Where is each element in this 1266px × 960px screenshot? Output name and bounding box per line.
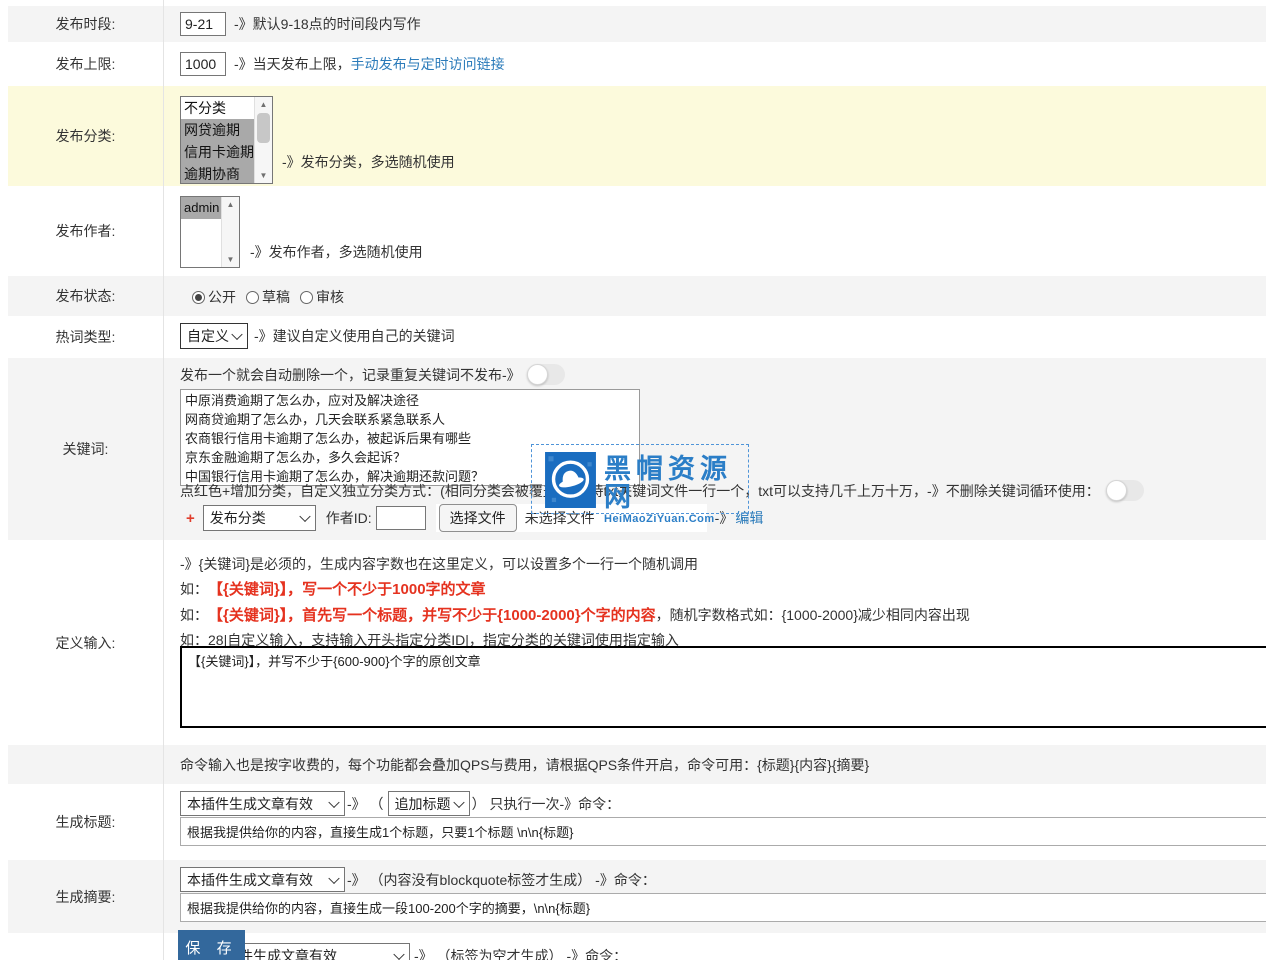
row-publish-time: 发布时段: -》默认9-18点的时间段内写作 bbox=[8, 6, 1266, 42]
publish-author-label: 发布作者: bbox=[8, 221, 163, 241]
row-define-input: 定义输入: -》{关键词}是必须的，生成内容字数也在这里定义，可以设置多个一行一… bbox=[8, 540, 1266, 745]
scroll-thumb[interactable] bbox=[257, 113, 270, 143]
command-note: 命令输入也是按字收费的，每个功能都会叠加QPS与费用，请根据QPS条件开启，命令… bbox=[180, 755, 869, 775]
watermark-title: 黑帽资源网 bbox=[604, 455, 748, 511]
chevron-down-icon bbox=[328, 872, 339, 883]
add-category-button[interactable]: + bbox=[186, 510, 195, 527]
watermark-subtitle: HeiMaoZiYuan.Com bbox=[604, 513, 748, 525]
scroll-up-icon[interactable]: ▲ bbox=[222, 197, 239, 212]
gen-title-command-textarea[interactable]: 根据我提供给你的内容，直接生成1个标题，只要1个标题 \n\n{标题} bbox=[180, 817, 1266, 846]
publish-limit-input[interactable] bbox=[180, 52, 226, 76]
gen-title-mode-select[interactable]: 本插件生成文章有效 bbox=[180, 791, 345, 816]
column-divider bbox=[163, 0, 164, 960]
chevron-down-icon bbox=[453, 796, 464, 807]
radio-public[interactable]: 公开 bbox=[192, 287, 236, 307]
gen-summary-label: 生成摘要: bbox=[8, 887, 163, 907]
publish-time-hint: -》默认9-18点的时间段内写作 bbox=[234, 14, 421, 34]
plugin-settings-page: 发布时段: -》默认9-18点的时间段内写作 发布上限: -》当天发布上限， 手… bbox=[0, 0, 1266, 960]
keywords-label: 关键词: bbox=[8, 439, 163, 459]
define-input-label: 定义输入: bbox=[8, 633, 163, 653]
append-title-select[interactable]: 追加标题 bbox=[388, 791, 470, 816]
scroll-up-icon[interactable]: ▲ bbox=[255, 97, 272, 112]
define-input-hint: -》{关键词}是必须的，生成内容字数也在这里定义，可以设置多个一行一个随机调用 bbox=[180, 554, 698, 574]
row-publish-category: 发布分类: 不分类 网贷逾期 信用卡逾期 逾期协商 ▲ ▼ -》发布分类，多选随… bbox=[8, 86, 1266, 186]
radio-selected-icon[interactable] bbox=[192, 291, 205, 304]
row-keywords: 关键词: 发布一个就会自动删除一个，记录重复关键词不发布-》 中原消费逾期了怎么… bbox=[8, 358, 1266, 540]
radio-draft[interactable]: 草稿 bbox=[246, 287, 290, 307]
hotword-type-select[interactable]: 自定义 bbox=[180, 323, 248, 349]
row-publish-limit: 发布上限: -》当天发布上限， 手动发布与定时访问链接 bbox=[8, 42, 1266, 86]
gen-summary-command-textarea[interactable]: 根据我提供给你的内容，直接生成一段100-200个字的摘要，\n\n{标题} bbox=[180, 893, 1266, 922]
publish-category-hint: -》发布分类，多选随机使用 bbox=[282, 152, 455, 172]
publish-status-label: 发布状态: bbox=[8, 286, 163, 306]
example2-red: 【{关键词}】，首先写一个标题，并写不少于{1000-2000}个字的内容 bbox=[208, 604, 656, 625]
author-id-input[interactable] bbox=[376, 506, 426, 530]
radio-review[interactable]: 审核 bbox=[300, 287, 344, 307]
example1-red: 【{关键词}】，写一个不少于1000字的文章 bbox=[208, 578, 486, 599]
category-option[interactable]: 逾期协商 bbox=[181, 163, 254, 183]
row-publish-status: 发布状态: 公开 草稿 审核 bbox=[8, 276, 1266, 316]
heimao-logo-icon bbox=[545, 452, 596, 508]
define-input-textarea[interactable]: 【{关键词}】，并写不少于{600-900}个字的原创文章 bbox=[180, 646, 1266, 728]
hotword-type-hint: -》建议自定义使用自己的关键词 bbox=[254, 326, 455, 346]
scrollbar[interactable]: ▲ ▼ bbox=[221, 197, 239, 267]
row-publish-author: 发布作者: admin ▲ ▼ -》发布作者，多选随机使用 bbox=[8, 186, 1266, 276]
publish-category-label: 发布分类: bbox=[8, 126, 163, 146]
radio-icon[interactable] bbox=[246, 291, 259, 304]
auto-delete-hint: 发布一个就会自动删除一个，记录重复关键词不发布-》 bbox=[180, 365, 521, 385]
chevron-down-icon bbox=[299, 511, 310, 522]
gen-tags-hint: -》 （标签为空才生成） -》命令： bbox=[414, 946, 627, 960]
publish-time-label: 发布时段: bbox=[8, 14, 163, 34]
manual-publish-link[interactable]: 手动发布与定时访问链接 bbox=[351, 54, 505, 74]
category-option[interactable]: 不分类 bbox=[181, 97, 254, 119]
row-gen-summary: 生成摘要: 本插件生成文章有效 -》 （内容没有blockquote标签才生成）… bbox=[8, 860, 1266, 933]
scroll-down-icon[interactable]: ▼ bbox=[255, 168, 272, 183]
chevron-down-icon bbox=[328, 796, 339, 807]
row-gen-title: 生成标题: 本插件生成文章有效 -》 （ 追加标题 ） 只执行一次-》命令： 根… bbox=[8, 784, 1266, 860]
row-command-note: 命令输入也是按字收费的，每个功能都会叠加QPS与费用，请根据QPS条件开启，命令… bbox=[8, 745, 1266, 784]
keep-keywords-toggle[interactable] bbox=[1106, 480, 1144, 501]
auto-delete-toggle[interactable] bbox=[527, 364, 565, 385]
gen-summary-mode-select[interactable]: 本插件生成文章有效 bbox=[180, 867, 345, 892]
example2-tail: ，随机字数格式如：{1000-2000}减少相同内容出现 bbox=[656, 605, 970, 625]
author-id-label: 作者ID: bbox=[326, 508, 372, 528]
gen-title-label: 生成标题: bbox=[8, 812, 163, 832]
keyword-category-select[interactable]: 发布分类 bbox=[203, 505, 316, 531]
author-multiselect[interactable]: admin ▲ ▼ bbox=[180, 196, 240, 268]
publish-time-input[interactable] bbox=[180, 12, 226, 36]
category-multiselect[interactable]: 不分类 网贷逾期 信用卡逾期 逾期协商 ▲ ▼ bbox=[180, 96, 273, 184]
scroll-down-icon[interactable]: ▼ bbox=[222, 252, 239, 267]
choose-file-button[interactable]: 选择文件 bbox=[439, 504, 517, 532]
category-option[interactable]: 网贷逾期 bbox=[181, 119, 254, 141]
author-option[interactable]: admin bbox=[181, 197, 221, 219]
publish-limit-label: 发布上限: bbox=[8, 54, 163, 74]
chevron-down-icon bbox=[231, 329, 242, 340]
category-option[interactable]: 信用卡逾期 bbox=[181, 141, 254, 163]
scrollbar[interactable]: ▲ ▼ bbox=[254, 97, 272, 183]
row-hotword-type: 热词类型: 自定义 -》建议自定义使用自己的关键词 bbox=[8, 316, 1266, 358]
watermark: 黑帽资源网 HeiMaoZiYuan.Com bbox=[531, 444, 749, 514]
publish-limit-hint: -》当天发布上限， bbox=[234, 54, 351, 74]
chevron-down-icon bbox=[393, 949, 404, 960]
save-button[interactable]: 保 存 bbox=[178, 930, 245, 960]
radio-icon[interactable] bbox=[300, 291, 313, 304]
publish-author-hint: -》发布作者，多选随机使用 bbox=[250, 242, 423, 262]
hotword-type-label: 热词类型: bbox=[8, 327, 163, 347]
